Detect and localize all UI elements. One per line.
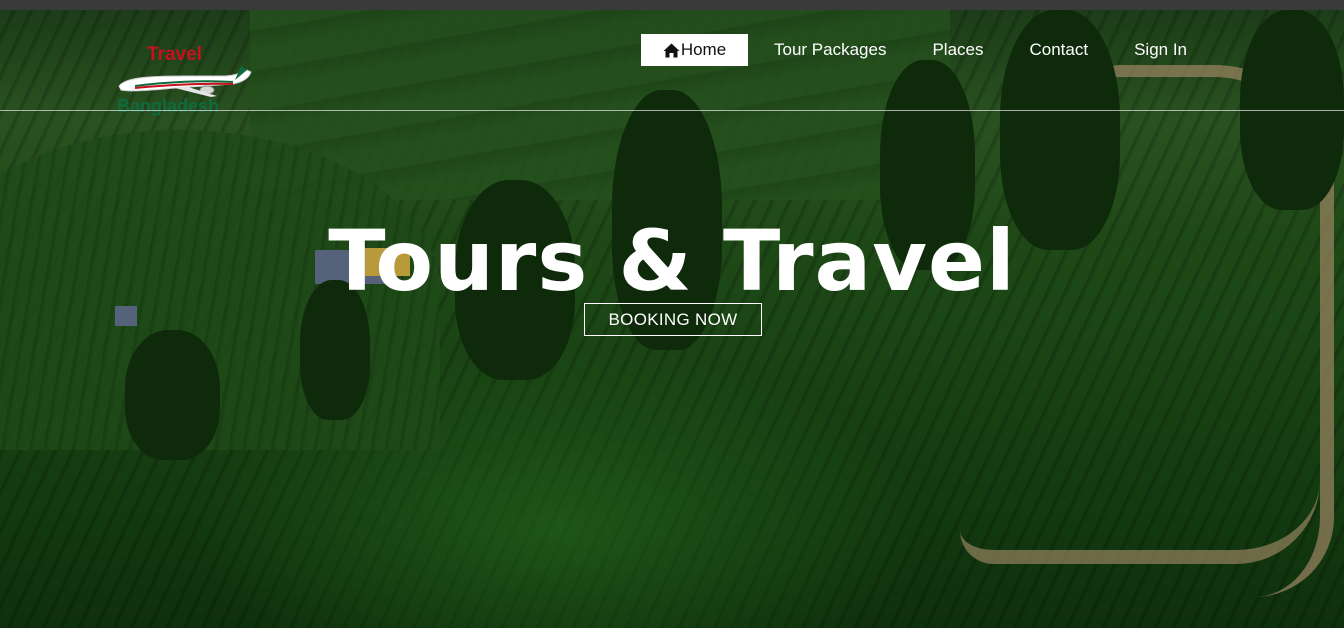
logo-title: Travel — [147, 44, 202, 65]
nav-home-label: Home — [680, 40, 727, 59]
airplane-icon — [118, 66, 252, 97]
nav-places[interactable]: Places — [932, 34, 983, 66]
nav-tour-packages[interactable]: Tour Packages — [774, 34, 886, 66]
main-nav: Home Tour Packages Places Contact Sign I… — [641, 34, 1187, 66]
site-logo[interactable]: Travel Bangladesh — [115, 44, 255, 120]
tree — [125, 330, 220, 460]
nav-sign-in[interactable]: Sign In — [1134, 34, 1187, 66]
nav-contact[interactable]: Contact — [1029, 34, 1088, 66]
browser-top-strip — [0, 0, 1344, 10]
nav-home[interactable]: Home — [641, 34, 748, 66]
nav-divider — [0, 110, 1344, 111]
dirt-road-curve — [960, 480, 1320, 564]
logo-subtitle: Bangladesh — [117, 96, 220, 116]
booking-now-button[interactable]: BOOKING NOW — [584, 303, 762, 336]
hero-title: Tours & Travel — [328, 212, 1016, 310]
home-icon — [663, 43, 680, 57]
